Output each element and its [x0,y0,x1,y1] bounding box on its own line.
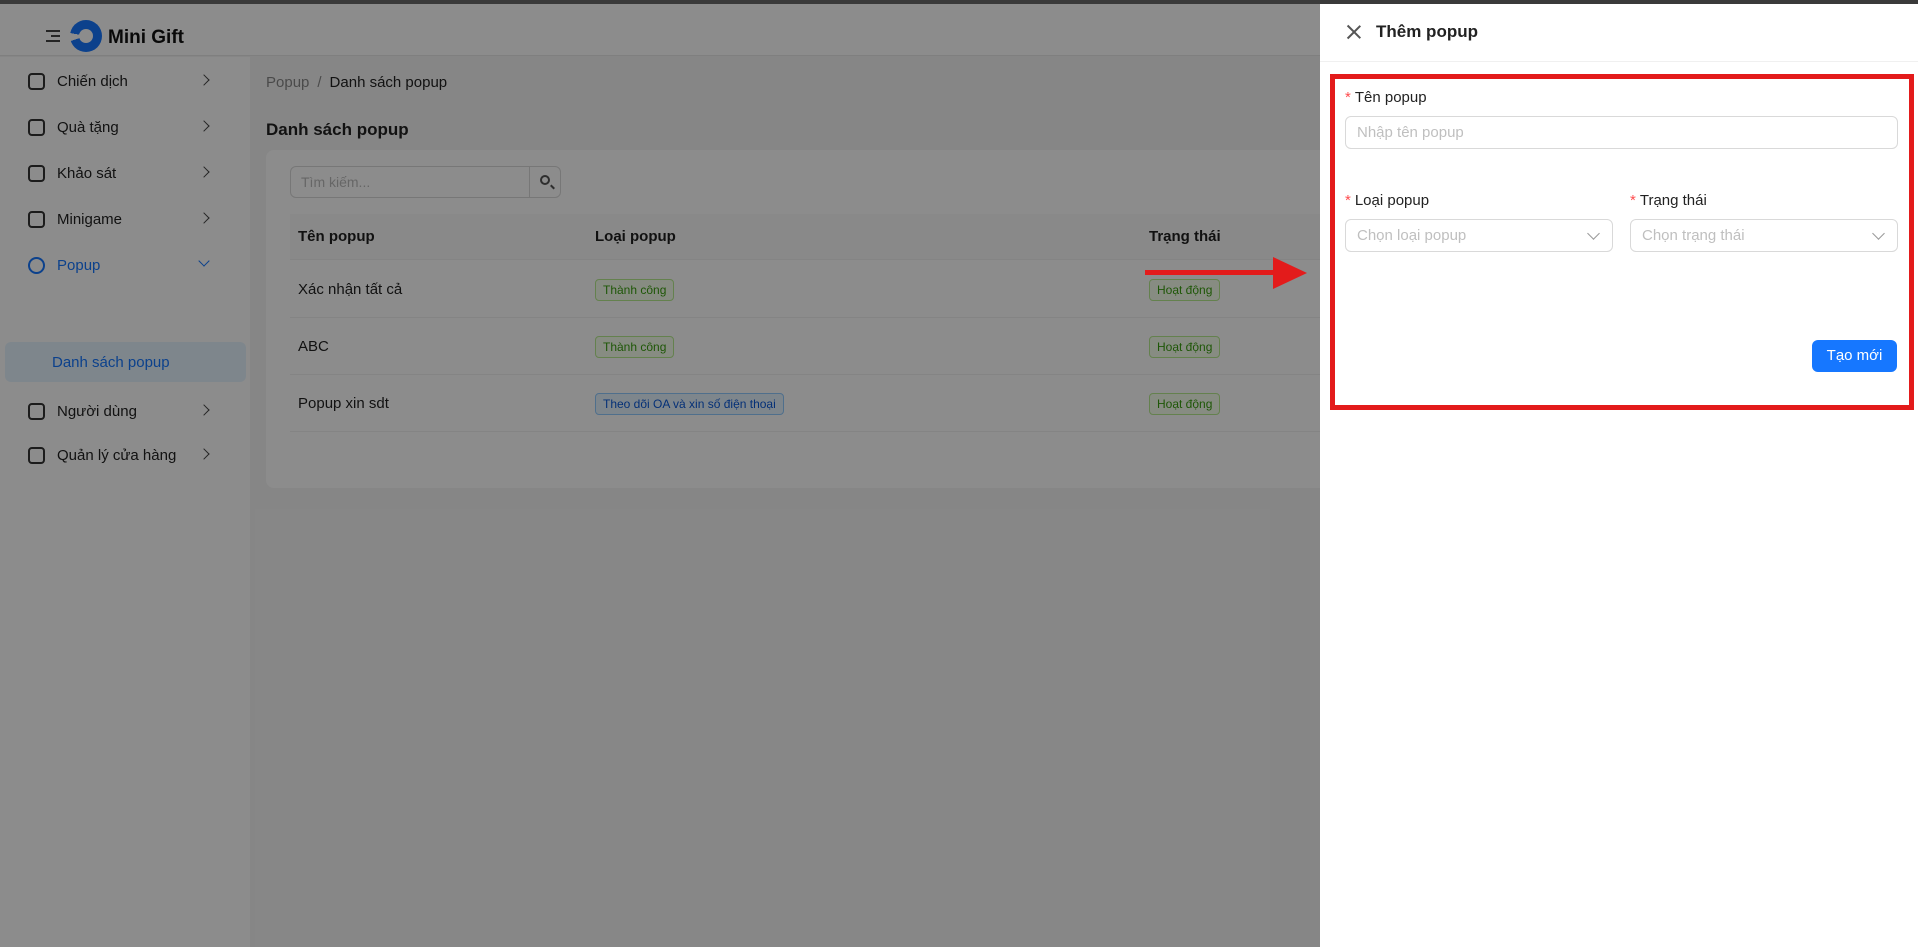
popup-type-select[interactable]: Chọn loại popup [1345,219,1613,252]
drawer-header: Thêm popup [1320,4,1918,62]
popup-name-label-text: Tên popup [1354,89,1427,106]
popup-name-input[interactable]: Nhập tên popup [1345,116,1898,149]
add-popup-drawer: Thêm popup * Tên popup Nhập tên popup * Lo… [1320,4,1918,947]
create-button[interactable]: Tạo mới [1812,340,1897,372]
required-mark: * [1345,192,1351,209]
close-icon[interactable] [1346,24,1362,40]
window-top-border [0,0,1918,4]
popup-status-placeholder: Chọn trạng thái [1642,227,1745,244]
popup-name-label: * Tên popup [1345,89,1427,106]
popup-type-label-text: Loại popup [1354,192,1430,209]
popup-status-select[interactable]: Chọn trạng thái [1630,219,1898,252]
popup-type-label: * Loại popup [1345,192,1429,209]
popup-status-label: * Trạng thái [1630,192,1707,209]
chevron-down-icon [1587,227,1600,240]
required-mark: * [1630,192,1636,209]
required-mark: * [1345,89,1351,106]
popup-status-label-text: Trạng thái [1639,192,1707,209]
popup-type-placeholder: Chọn loại popup [1357,227,1467,244]
chevron-down-icon [1872,227,1885,240]
annotation-arrow [1145,270,1275,275]
drawer-title: Thêm popup [1376,22,1478,41]
annotation-arrow-head [1273,257,1307,289]
